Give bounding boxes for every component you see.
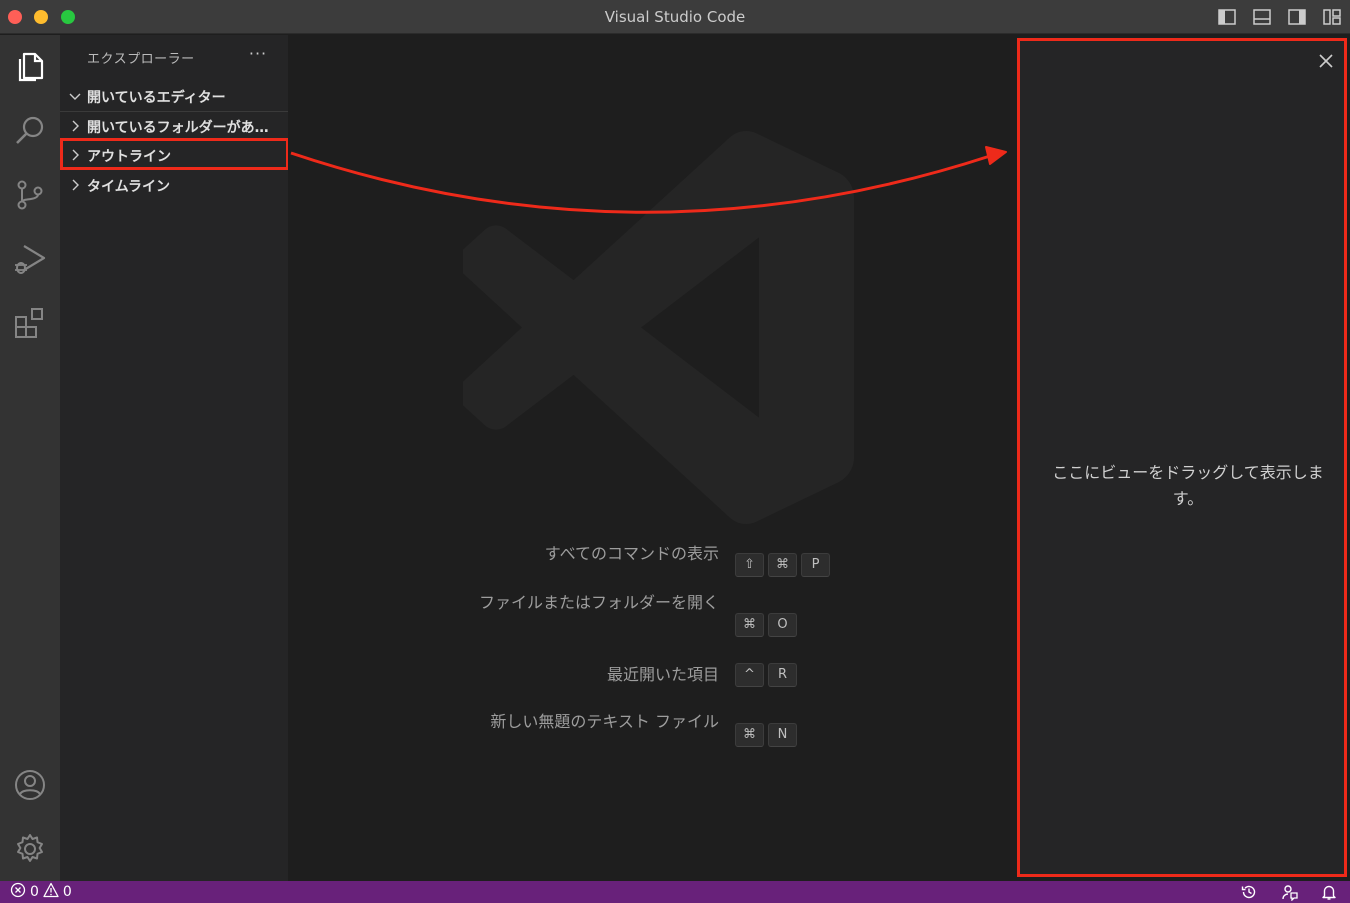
account-icon[interactable] (10, 765, 50, 805)
shortcut-keys: ⇧ ⌘ P (735, 553, 830, 577)
key-cap: ⇧ (735, 553, 764, 577)
outline-highlight-box (60, 138, 289, 170)
section-open-editors[interactable]: 開いているエディター (60, 82, 288, 110)
feedback-icon[interactable] (1281, 883, 1299, 902)
customize-layout-icon[interactable] (1322, 7, 1342, 27)
section-timeline[interactable]: タイムライン (60, 171, 288, 199)
section-no-folder-opened[interactable]: 開いているフォルダーがありません (60, 112, 288, 140)
window-title: Visual Studio Code (604, 8, 746, 26)
key-cap: ^ (735, 663, 764, 687)
chevron-down-icon (67, 88, 83, 104)
section-label: タイムライン (87, 179, 171, 195)
source-control-icon[interactable] (10, 175, 50, 215)
vscode-logo-watermark-icon (463, 130, 855, 525)
files-icon[interactable] (10, 47, 50, 87)
key-cap: ⌘ (735, 723, 764, 747)
search-icon[interactable] (10, 111, 50, 151)
toggle-secondary-sidebar-icon[interactable] (1287, 7, 1307, 27)
problems-indicator[interactable]: 0 0 (10, 882, 72, 902)
explorer-sidebar: エクスプローラー ··· 開いているエディター 開いているフォルダーがありません… (60, 35, 289, 881)
error-count: 0 (30, 884, 39, 900)
warning-icon (43, 882, 59, 902)
bell-icon[interactable] (1320, 883, 1338, 901)
close-icon[interactable] (1316, 51, 1336, 71)
key-cap: R (768, 663, 797, 687)
shortcut-label: 最近開いた項目 (606, 665, 719, 684)
shortcut-label: すべてのコマンドの表示 (544, 544, 719, 563)
extensions-icon[interactable] (10, 303, 50, 343)
toggle-primary-sidebar-icon[interactable] (1217, 7, 1237, 27)
shortcut-label: ファイルまたはフォルダーを開く (478, 593, 719, 612)
activity-bar (0, 35, 60, 881)
drop-view-message: ここにビューをドラッグして表示します。 (1052, 463, 1324, 508)
settings-gear-icon[interactable] (10, 829, 50, 869)
history-icon[interactable] (1240, 883, 1258, 901)
status-bar: 0 0 (0, 881, 1350, 903)
warning-count: 0 (62, 884, 72, 900)
key-cap: ⌘ (768, 553, 797, 577)
run-debug-icon[interactable] (10, 239, 50, 279)
chevron-right-icon (67, 177, 83, 193)
key-cap: P (801, 553, 830, 577)
title-bar: Visual Studio Code (0, 0, 1350, 34)
key-cap: N (768, 723, 797, 747)
sidebar-title: エクスプローラー (87, 52, 195, 67)
section-label: 開いているフォルダーがありません (87, 120, 281, 136)
error-icon (10, 882, 26, 902)
section-label: 開いているエディター (87, 90, 226, 106)
more-actions-button[interactable]: ··· (246, 43, 270, 67)
key-cap: O (768, 613, 797, 637)
secondary-sidebar-drop-target[interactable]: ここにビューをドラッグして表示します。 (1017, 38, 1347, 877)
editor-area: すべてのコマンドの表示 ⇧ ⌘ P ファイルまたはフォルダーを開く ⌘ O 最近… (288, 35, 1017, 881)
shortcut-keys: ^ R (735, 663, 797, 687)
chevron-right-icon (67, 118, 83, 134)
shortcut-keys: ⌘ N (735, 723, 797, 747)
shortcut-keys: ⌘ O (735, 613, 797, 637)
toggle-panel-icon[interactable] (1252, 7, 1272, 27)
shortcut-label: 新しい無題のテキスト ファイル (490, 712, 719, 731)
key-cap: ⌘ (735, 613, 764, 637)
